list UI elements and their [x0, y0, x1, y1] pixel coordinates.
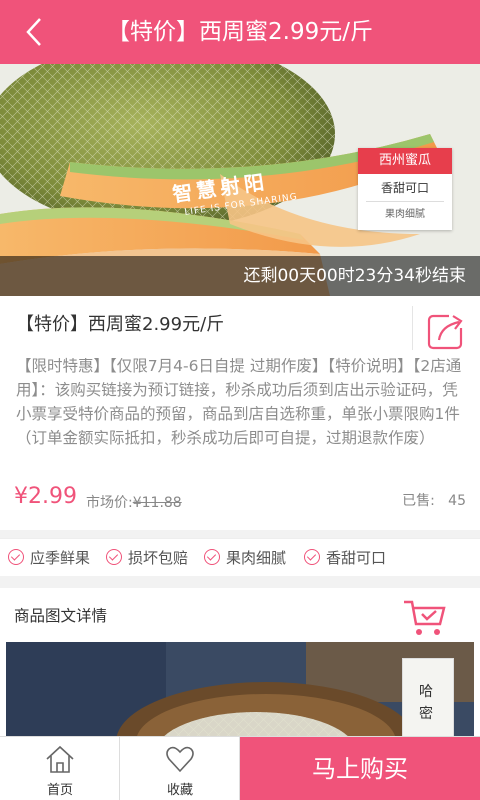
hanging-tag-text: 哈密 [419, 684, 433, 722]
divider [412, 306, 413, 350]
product-label-card: 西州蜜瓜 香甜可口 果肉细腻 [358, 148, 452, 230]
market-price-label: 市场价: [86, 495, 133, 511]
check-circle-icon [304, 549, 320, 565]
label-name: 西州蜜瓜 [358, 148, 452, 174]
check-circle-icon [106, 549, 122, 565]
product-description: 【限时特惠】【仅限7月4-6日自提 过期作废】【特价说明】【2店通用】：该购买链… [16, 357, 462, 447]
heart-icon [166, 746, 194, 773]
product-name: 【特价】西周蜜2.99元/斤 [16, 314, 225, 335]
sold-label: 已售: [402, 493, 435, 509]
page: 【特价】西周蜜2.99元/斤 智慧射阳 LIFE IS FOR SHARING … [0, 0, 480, 800]
market-price: 市场价:¥11.88 [86, 492, 182, 512]
home-icon [46, 745, 74, 773]
tab-favorite-label: 收藏 [166, 783, 193, 798]
countdown-timer: 还剩00天00时23分34秒结束 [0, 256, 480, 296]
share-icon[interactable] [425, 308, 469, 352]
feature-item: 香甜可口 [304, 539, 386, 577]
tab-favorite[interactable]: 收藏 [120, 737, 240, 800]
page-title: 【特价】西周蜜2.99元/斤 [107, 19, 373, 45]
detail-section: 商品图文详情 哈密 [0, 588, 480, 736]
label-feature-1: 香甜可口 [366, 174, 444, 202]
detail-title: 商品图文详情 [14, 607, 108, 625]
check-circle-icon [204, 549, 220, 565]
buy-now-button[interactable]: 马上购买 [240, 737, 480, 800]
hanging-tag: 哈密 [402, 658, 454, 736]
check-circle-icon [8, 549, 24, 565]
bottom-bar: 首页 收藏 马上购买 [0, 736, 480, 800]
sold-value: 45 [448, 493, 466, 509]
feature-list: 应季鲜果 损坏包赔 果肉细腻 香甜可口 [0, 538, 480, 576]
top-bar: 【特价】西周蜜2.99元/斤 [0, 0, 480, 64]
feature-item: 应季鲜果 [8, 539, 90, 577]
sold-count: 已售: 45 [402, 490, 466, 510]
market-price-value: ¥11.88 [132, 495, 182, 511]
label-feature-2: 果肉细腻 [385, 209, 425, 220]
cart-icon[interactable] [402, 598, 448, 638]
product-info: 【特价】西周蜜2.99元/斤 【限时特惠】【仅限7月4-6日自提 过期作废】【特… [0, 296, 480, 530]
sale-price: ¥2.99 [14, 484, 77, 509]
feature-item: 果肉细腻 [204, 539, 286, 577]
product-banner: 智慧射阳 LIFE IS FOR SHARING 西州蜜瓜 香甜可口 果肉细腻 … [0, 64, 480, 296]
tab-home[interactable]: 首页 [0, 737, 120, 800]
tab-home-label: 首页 [46, 783, 73, 798]
feature-item: 损坏包赔 [106, 539, 188, 577]
